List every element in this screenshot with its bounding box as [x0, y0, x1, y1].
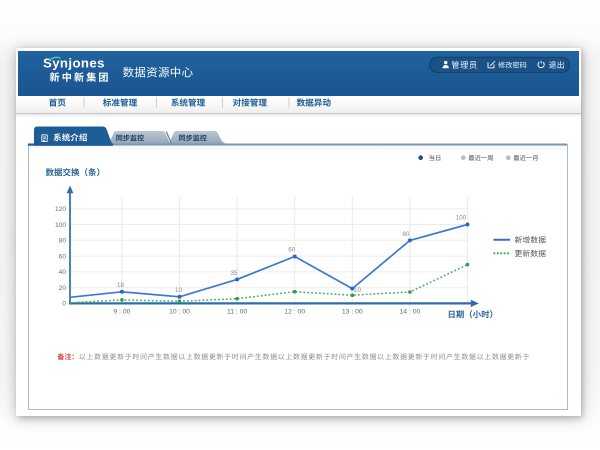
svg-text:12 : 00: 12 : 00 — [284, 309, 305, 316]
svg-text:60: 60 — [288, 246, 295, 253]
svg-text:100: 100 — [55, 222, 66, 229]
svg-text:10 : 00: 10 : 00 — [169, 309, 190, 316]
svg-text:35: 35 — [231, 270, 238, 277]
svg-text:0: 0 — [62, 301, 66, 308]
svg-text:40: 40 — [59, 269, 67, 276]
svg-text:10: 10 — [354, 287, 361, 294]
svg-text:18: 18 — [117, 282, 124, 289]
svg-text:80: 80 — [403, 231, 410, 238]
svg-text:14 : 00: 14 : 00 — [400, 309, 421, 316]
svg-text:80: 80 — [59, 238, 67, 245]
svg-text:13 : 00: 13 : 00 — [342, 309, 363, 316]
svg-text:10: 10 — [175, 287, 182, 294]
svg-text:20: 20 — [59, 285, 67, 292]
svg-text:9 : 00: 9 : 00 — [113, 309, 130, 316]
svg-text:100: 100 — [456, 214, 467, 221]
svg-text:11 : 00: 11 : 00 — [227, 309, 248, 316]
svg-text:120: 120 — [55, 206, 66, 213]
svg-text:60: 60 — [59, 253, 67, 260]
